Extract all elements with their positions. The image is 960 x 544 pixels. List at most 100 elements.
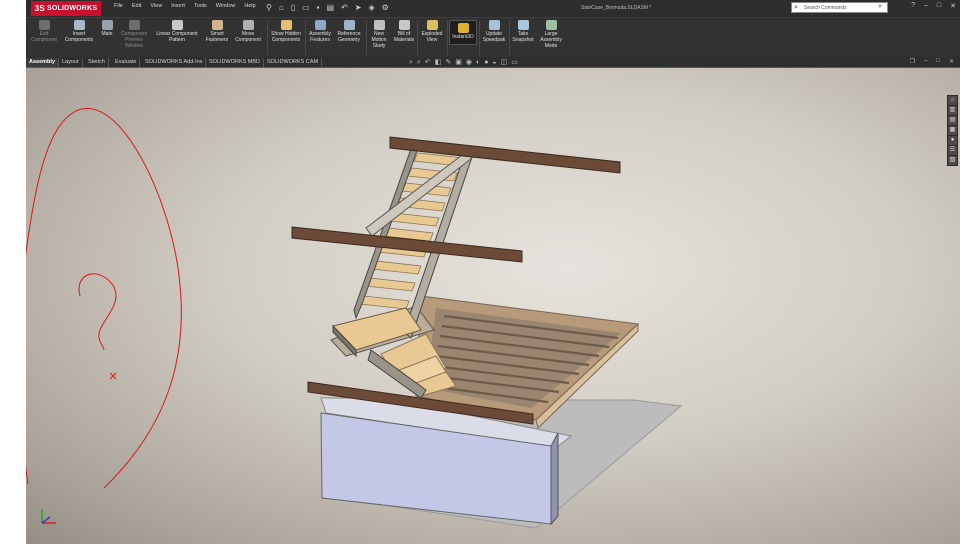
ribbon-separator — [267, 21, 268, 55]
component-preview-window-button[interactable]: Component Preview Window — [118, 20, 150, 49]
edit-component-button[interactable]: Edit Component — [30, 20, 58, 43]
solidworks-window: 3S SOLIDWORKS File Edit View Insert Tool… — [26, 0, 960, 544]
edit-appearance-icon[interactable]: ● — [484, 58, 488, 67]
rebuild-icon[interactable]: ◈ — [368, 2, 374, 13]
view-settings-icon[interactable]: ◫ — [501, 58, 508, 67]
menu-insert[interactable]: Insert — [171, 3, 185, 9]
preview-window-icon — [128, 20, 140, 30]
mate-button[interactable]: Mate — [99, 20, 115, 37]
file-explorer-icon[interactable]: ▤ — [948, 116, 957, 125]
menu-tools[interactable]: Tools — [194, 3, 207, 9]
doc-minimize-icon[interactable]: – — [924, 58, 927, 65]
dynamic-annotation-icon[interactable]: ✎ — [445, 58, 451, 67]
move-component-label: Move Component — [235, 31, 261, 43]
menu-bar: File Edit View Insert Tools Window Help — [114, 3, 256, 9]
show-hidden-components-button[interactable]: Show Hidden Components — [270, 20, 302, 43]
update-speedpak-label: Update Speedpak — [482, 31, 506, 43]
undo-icon[interactable]: ↶ — [341, 2, 348, 13]
insert-components-button[interactable]: Insert Components — [62, 20, 96, 43]
zoom-fit-icon[interactable]: ⌕ — [409, 58, 413, 67]
resources-icon[interactable]: ⌂ — [948, 96, 957, 105]
search-commands-input[interactable]: ⌕ Search Commands ⌕ — [791, 2, 888, 13]
options-icon[interactable]: ⚙ — [382, 2, 389, 13]
close-icon[interactable]: ✕ — [950, 2, 956, 10]
select-icon[interactable]: ➤ — [355, 2, 362, 13]
scene-icon[interactable]: ◒ — [492, 58, 496, 67]
appearances-icon[interactable]: ● — [948, 136, 957, 145]
doc-maximize-icon[interactable]: □ — [936, 58, 940, 65]
new-motion-study-label: New Motion Study — [371, 31, 387, 49]
menu-window[interactable]: Window — [216, 3, 236, 9]
save-icon[interactable]: ▪ — [317, 2, 320, 13]
staircase-model-scene — [26, 108, 683, 529]
menu-help[interactable]: Help — [244, 3, 255, 9]
bill-of-materials-button[interactable]: Bill of Materials — [392, 20, 416, 43]
monitor-icon[interactable]: ▭ — [511, 58, 518, 67]
search-go-icon[interactable]: ⌕ — [878, 3, 882, 11]
ds-logo-mark: 3S — [34, 4, 45, 13]
tab-sketch[interactable]: Sketch — [85, 58, 109, 67]
take-snapshot-button[interactable]: Take Snapshot — [511, 20, 535, 43]
assembly-features-label: Assembly Features — [309, 31, 331, 43]
update-speedpak-button[interactable]: Update Speedpak — [481, 20, 507, 43]
new-icon[interactable]: ▯ — [291, 2, 295, 13]
print-icon[interactable]: ▤ — [327, 2, 335, 13]
menu-file[interactable]: File — [114, 3, 123, 9]
zoom-area-icon[interactable]: ⌕ — [417, 58, 421, 67]
motion-study-icon — [373, 20, 385, 30]
assembly-features-button[interactable]: Assembly Features — [307, 20, 333, 43]
move-component-button[interactable]: Move Component — [233, 20, 263, 43]
maximize-icon[interactable]: □ — [937, 2, 941, 10]
menu-edit[interactable]: Edit — [132, 3, 141, 9]
help-icon[interactable]: ? — [911, 2, 915, 10]
red-annotation-dot — [109, 372, 117, 380]
large-assembly-mode-button[interactable]: Large Assembly Mode — [537, 20, 565, 49]
solidworks-logo[interactable]: 3S SOLIDWORKS — [31, 1, 101, 16]
ribbon-separator — [366, 21, 367, 55]
tab-solidworks-cam[interactable]: SOLIDWORKS CAM — [264, 58, 323, 67]
pin-icon[interactable]: ⚲ — [266, 2, 272, 13]
instant3d-button[interactable]: Instant3D — [449, 20, 477, 45]
custom-properties-icon[interactable]: ☰ — [948, 146, 957, 155]
previous-view-icon[interactable]: ↶ — [425, 58, 431, 67]
insert-components-label: Insert Components — [64, 31, 94, 43]
doc-restore-icon[interactable]: ❐ — [910, 58, 915, 65]
home-icon[interactable]: ⌂ — [279, 2, 284, 13]
move-component-icon — [242, 20, 254, 30]
display-style-icon[interactable]: ◉ — [466, 58, 472, 67]
view-orientation-icon[interactable]: ▣ — [455, 58, 462, 67]
tab-solidworks-mbd[interactable]: SOLIDWORKS MBD — [206, 58, 265, 67]
mate-icon — [101, 20, 113, 30]
component-preview-label: Component Preview Window — [121, 31, 147, 49]
forum-icon[interactable]: ▧ — [948, 156, 957, 165]
reference-geometry-button[interactable]: Reference Geometry — [334, 20, 364, 43]
section-view-icon[interactable]: ◧ — [435, 58, 442, 67]
large-assembly-label: Large Assembly Mode — [540, 31, 562, 49]
quick-access-toolbar: ⚲ ⌂ ▯ ▭ ▪ ▤ ↶ ➤ ◈ ⚙ — [266, 2, 389, 13]
search-placeholder: Search Commands — [804, 5, 847, 11]
linear-component-pattern-button[interactable]: Linear Component Pattern — [153, 20, 201, 43]
design-library-icon[interactable]: ▥ — [948, 106, 957, 115]
smart-fasteners-button[interactable]: Smart Fasteners — [204, 20, 230, 43]
tab-solidworks-add-ins[interactable]: SOLIDWORKS Add-Ins — [142, 58, 207, 67]
new-motion-study-button[interactable]: New Motion Study — [368, 20, 390, 49]
graphics-area[interactable]: ⌂ ▥ ▤ ▦ ● ☰ ▧ — [26, 68, 960, 544]
menu-view[interactable]: View — [150, 3, 162, 9]
hide-show-icon[interactable]: ◐ — [476, 58, 480, 67]
minimize-icon[interactable]: – — [924, 2, 928, 10]
view-palette-icon[interactable]: ▦ — [948, 126, 957, 135]
open-icon[interactable]: ▭ — [302, 2, 310, 13]
tab-assembly[interactable]: Assembly — [26, 58, 59, 67]
document-title: StairCase_Bermuda.SLDASM * — [581, 5, 652, 11]
tab-layout[interactable]: Layout — [59, 58, 83, 67]
tab-evaluate[interactable]: Evaluate — [112, 58, 141, 67]
ribbon-separator — [305, 21, 306, 55]
exploded-view-button[interactable]: Exploded View — [419, 20, 445, 43]
ribbon-separator — [479, 21, 480, 55]
doc-close-icon[interactable]: ✕ — [949, 58, 954, 65]
reference-geometry-label: Reference Geometry — [337, 31, 361, 43]
smart-fasteners-label: Smart Fasteners — [205, 31, 229, 43]
linear-pattern-icon — [171, 20, 183, 30]
bill-of-materials-label: Bill of Materials — [393, 31, 415, 43]
base-block-side — [550, 432, 559, 526]
